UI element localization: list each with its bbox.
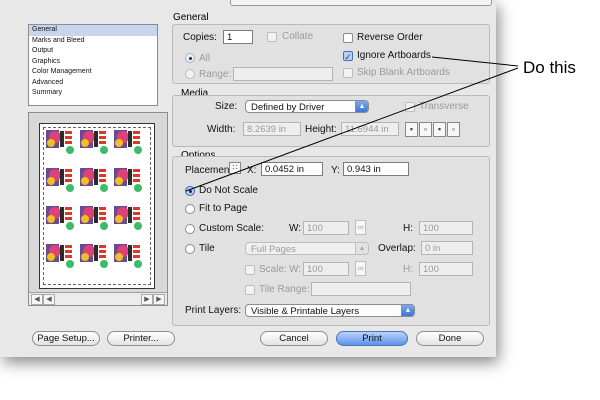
annotation-arrows [185,56,519,192]
annotation-text: Do this [523,58,576,77]
